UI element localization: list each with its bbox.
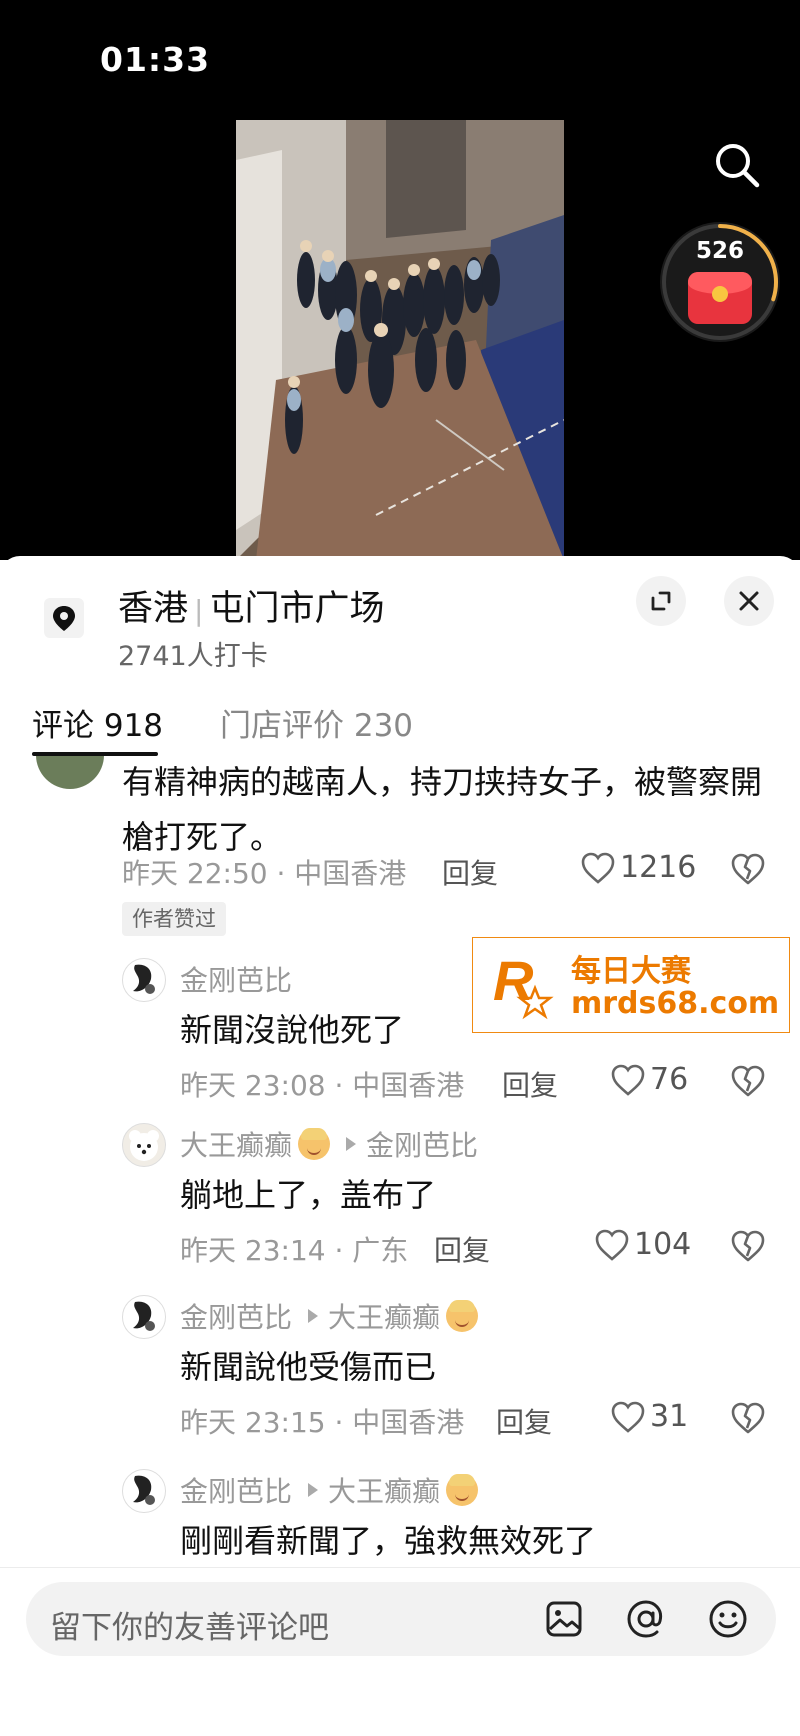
like-button[interactable]: 104 bbox=[594, 1227, 691, 1262]
reply-time: 昨天 23:14 · 广东 bbox=[180, 1234, 409, 1267]
watermark: R 每日大赛 mrds68.com bbox=[472, 937, 790, 1033]
close-icon bbox=[739, 591, 759, 611]
image-icon[interactable] bbox=[542, 1597, 586, 1641]
reply-button[interactable]: 回复 bbox=[502, 1064, 558, 1104]
dislike-button[interactable] bbox=[730, 1064, 766, 1102]
status-time: 01:33 bbox=[100, 40, 211, 79]
reply-text: 新聞沒說他死了 bbox=[180, 1011, 405, 1049]
reply-time: 昨天 23:08 · 中国香港 bbox=[180, 1069, 465, 1102]
emoji-icon[interactable] bbox=[706, 1597, 750, 1641]
reply-button[interactable]: 回复 bbox=[496, 1401, 552, 1441]
red-packet-icon[interactable]: 526 bbox=[660, 222, 780, 342]
location-sheet: 香港 | 屯门市广场 2741人打卡 评论 918 门店评价 230 有精神病的越南… bbox=[0, 556, 800, 1735]
like-button[interactable]: 76 bbox=[610, 1062, 688, 1097]
emoji-badge-icon bbox=[298, 1128, 331, 1160]
heart-icon bbox=[581, 852, 615, 884]
reply-button[interactable]: 回复 bbox=[442, 852, 498, 892]
avatar[interactable] bbox=[36, 756, 104, 789]
reply-username[interactable]: 大王癫癫 金刚芭比 bbox=[180, 1124, 478, 1164]
reply-text: 剛剛看新聞了，強救無效死了 bbox=[180, 1522, 597, 1560]
search-icon[interactable] bbox=[712, 140, 762, 190]
reply-username[interactable]: 金刚芭比 大王癫癫 bbox=[180, 1296, 479, 1336]
at-icon[interactable] bbox=[624, 1597, 668, 1641]
reply-time: 昨天 23:15 · 中国香港 bbox=[180, 1406, 465, 1439]
dislike-button[interactable] bbox=[730, 1401, 766, 1439]
reply-arrow-icon bbox=[346, 1137, 357, 1151]
broken-heart-icon bbox=[731, 853, 765, 885]
watermark-title: 每日大赛 bbox=[571, 954, 691, 989]
checkin-count: 2741人打卡 bbox=[118, 641, 268, 672]
reply-username[interactable]: 金刚芭比 bbox=[180, 959, 292, 999]
reply-user-name: 金刚芭比 bbox=[180, 1301, 293, 1334]
watermark-logo-icon: R bbox=[493, 949, 554, 1020]
location-detail: 屯门市广场 bbox=[209, 589, 385, 629]
like-count: 1216 bbox=[620, 850, 697, 885]
like-button[interactable]: 31 bbox=[610, 1399, 688, 1434]
reply-user-name: 金刚芭比 bbox=[180, 1475, 293, 1508]
tab-bar: 评论 918 门店评价 230 bbox=[0, 682, 800, 756]
location-title[interactable]: 香港 | 屯门市广场 bbox=[118, 580, 384, 631]
broken-heart-icon bbox=[731, 1230, 765, 1262]
tab-store-reviews[interactable]: 门店评价 230 bbox=[220, 700, 413, 745]
broken-heart-icon bbox=[731, 1402, 765, 1434]
emoji-badge-icon bbox=[446, 1300, 479, 1332]
close-button[interactable] bbox=[724, 576, 774, 626]
red-envelope-graphic bbox=[688, 272, 752, 324]
reply-to-name: 大王癫癫 bbox=[328, 1475, 441, 1508]
reply-arrow-icon bbox=[308, 1309, 319, 1323]
broken-heart-icon bbox=[731, 1065, 765, 1097]
like-count: 31 bbox=[650, 1399, 689, 1434]
location-name: 香港 bbox=[118, 589, 189, 629]
reply-user-name: 大王癫癫 bbox=[180, 1129, 293, 1162]
comment-list-continued[interactable]: 大王癫癫 金刚芭比 躺地上了，盖布了 昨天 23:14 · 广东 回复 104 … bbox=[0, 1123, 800, 1563]
avatar[interactable] bbox=[122, 1295, 166, 1339]
comment-input[interactable]: 留下你的友善评论吧 bbox=[26, 1582, 776, 1656]
title-separator: | bbox=[194, 594, 204, 627]
reply-text: 新聞說他受傷而已 bbox=[180, 1348, 437, 1386]
reply-button[interactable]: 回复 bbox=[434, 1229, 490, 1269]
tab-comments[interactable]: 评论 918 bbox=[32, 700, 163, 745]
red-packet-count: 526 bbox=[695, 238, 744, 264]
reply-to-name: 大王癫癫 bbox=[328, 1301, 441, 1334]
heart-icon bbox=[611, 1401, 645, 1433]
comment-time: 昨天 22:50 · 中国香港 bbox=[122, 857, 407, 890]
heart-icon bbox=[611, 1064, 645, 1096]
location-pin-icon bbox=[44, 598, 84, 638]
video-area[interactable]: 01:33 526 bbox=[0, 0, 800, 560]
reply-user-name: 金刚芭比 bbox=[180, 964, 293, 997]
like-button[interactable]: 1216 bbox=[580, 850, 696, 885]
reply-to-name: 金刚芭比 bbox=[366, 1129, 479, 1162]
comment-input-bar: 留下你的友善评论吧 bbox=[0, 1567, 800, 1736]
avatar[interactable] bbox=[122, 958, 166, 1002]
like-count: 76 bbox=[650, 1062, 689, 1097]
watermark-url: mrds68.com bbox=[571, 986, 780, 1021]
heart-icon bbox=[595, 1229, 629, 1261]
reply-text: 躺地上了，盖布了 bbox=[180, 1176, 437, 1214]
like-count: 104 bbox=[634, 1227, 692, 1262]
avatar[interactable] bbox=[122, 1469, 166, 1513]
reply-arrow-icon bbox=[308, 1483, 319, 1497]
avatar[interactable] bbox=[122, 1123, 166, 1167]
comment-input-placeholder: 留下你的友善评论吧 bbox=[50, 1610, 329, 1646]
author-liked-badge: 作者赞过 bbox=[122, 902, 226, 936]
dislike-button[interactable] bbox=[730, 852, 766, 890]
reply-username[interactable]: 金刚芭比 大王癫癫 bbox=[180, 1470, 479, 1510]
emoji-badge-icon bbox=[446, 1474, 479, 1506]
expand-icon bbox=[651, 591, 671, 611]
video-thumbnail[interactable] bbox=[236, 120, 564, 560]
dislike-button[interactable] bbox=[730, 1229, 766, 1267]
expand-button[interactable] bbox=[636, 576, 686, 626]
comment-text: 有精神病的越南人，持刀挟持女子，被警察開槍打死了。 bbox=[122, 763, 763, 856]
